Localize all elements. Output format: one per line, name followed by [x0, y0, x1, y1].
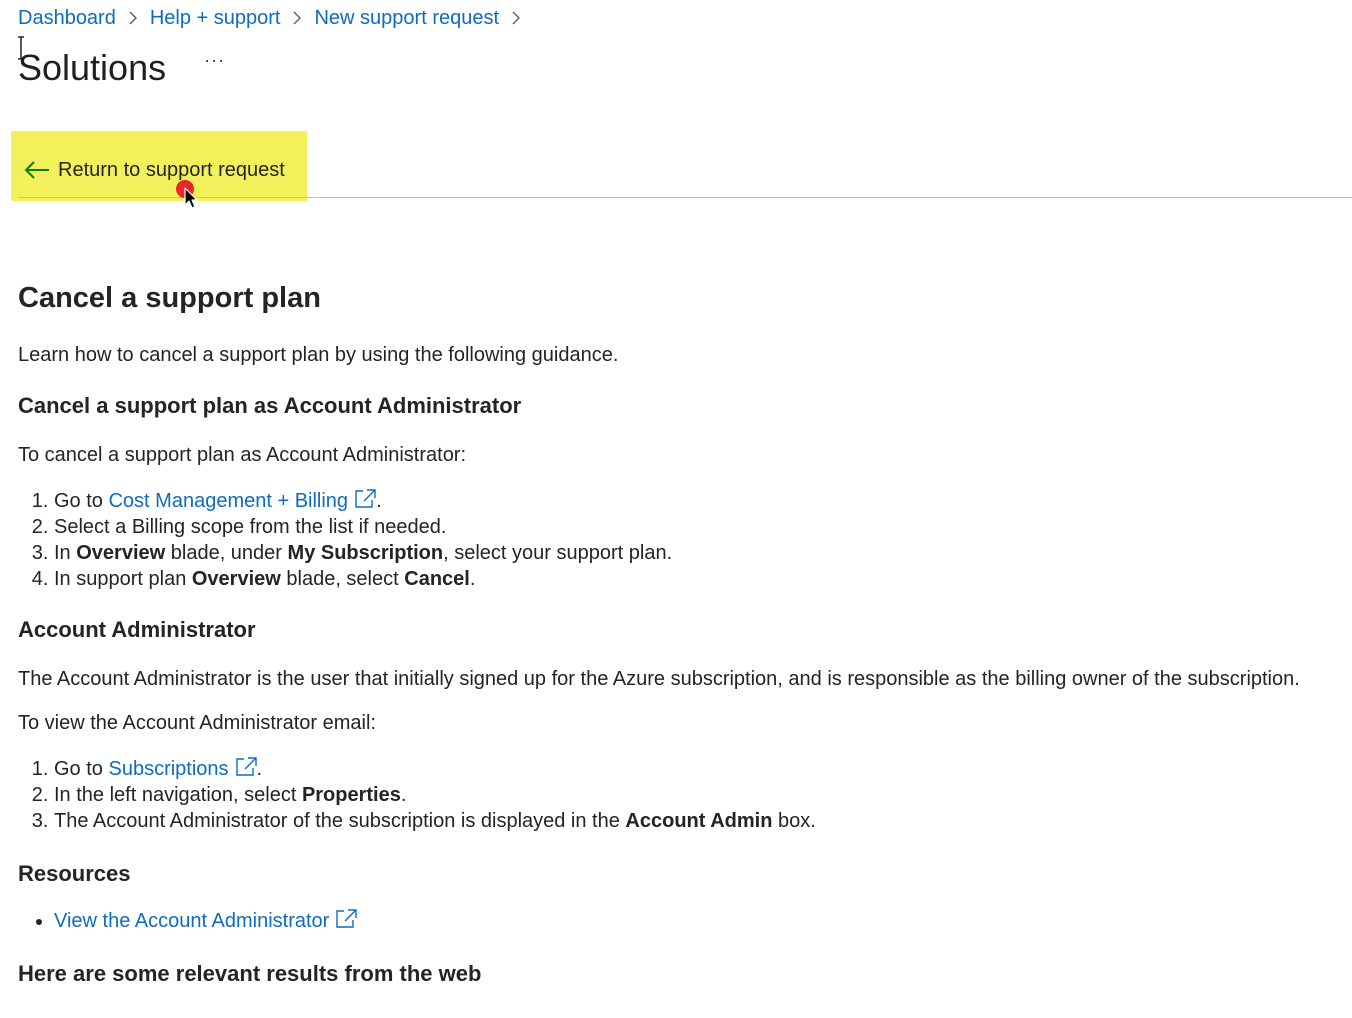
section1-lead: To cancel a support plan as Account Admi… [18, 444, 467, 466]
section-heading-account-administrator: Account Administrator [18, 617, 256, 642]
article-intro: Learn how to cancel a support plan by us… [18, 344, 619, 366]
return-to-support-request-button[interactable]: Return to support request [18, 143, 294, 197]
resources-list: View the Account Administrator [18, 908, 1338, 934]
list-item: Go to Subscriptions. [54, 756, 1338, 782]
section-heading-web-results: Here are some relevant results from the … [18, 961, 482, 986]
chevron-right-icon [280, 7, 314, 30]
mouse-pointer-icon [176, 180, 198, 209]
section2-lead: To view the Account Administrator email: [18, 712, 376, 734]
cost-management-billing-link[interactable]: Cost Management + Billing [108, 489, 376, 512]
article-title: Cancel a support plan [18, 282, 321, 314]
breadcrumb-help-support[interactable]: Help + support [150, 7, 281, 30]
list-item: Select a Billing scope from the list if … [54, 514, 1338, 540]
more-icon[interactable]: ··· [204, 50, 225, 71]
list-item: View the Account Administrator [54, 908, 1338, 934]
arrow-left-icon [24, 161, 49, 179]
page-title: Solutions [18, 47, 167, 88]
section2-steps: Go to Subscriptions. In the left navigat… [18, 756, 1338, 834]
external-link-icon [336, 909, 358, 928]
section-heading-cancel-as-admin: Cancel a support plan as Account Adminis… [18, 393, 522, 418]
list-item: In the left navigation, select Propertie… [54, 782, 1338, 808]
subscriptions-link[interactable]: Subscriptions [108, 757, 257, 780]
section1-steps: Go to Cost Management + Billing. Select … [18, 488, 1338, 592]
article: Cancel a support plan Learn how to cance… [18, 270, 1338, 988]
page-header: Solutions ··· [18, 44, 225, 92]
section-heading-resources: Resources [18, 861, 131, 886]
list-item: In support plan Overview blade, select C… [54, 566, 1338, 592]
breadcrumb-new-support-request[interactable]: New support request [314, 7, 499, 30]
external-link-icon [235, 757, 257, 776]
list-item: Go to Cost Management + Billing. [54, 488, 1338, 514]
section2-description: The Account Administrator is the user th… [18, 668, 1300, 690]
list-item: In Overview blade, under My Subscription… [54, 540, 1338, 566]
breadcrumb: Dashboard Help + support New support req… [18, 4, 533, 32]
return-button-label: Return to support request [58, 158, 285, 181]
chevron-right-icon [499, 7, 533, 30]
divider [18, 197, 1352, 198]
external-link-icon [355, 489, 376, 508]
list-item: The Account Administrator of the subscri… [54, 808, 1338, 834]
breadcrumb-dashboard[interactable]: Dashboard [18, 7, 116, 30]
chevron-right-icon [116, 7, 150, 30]
view-account-administrator-link[interactable]: View the Account Administrator [54, 909, 358, 932]
